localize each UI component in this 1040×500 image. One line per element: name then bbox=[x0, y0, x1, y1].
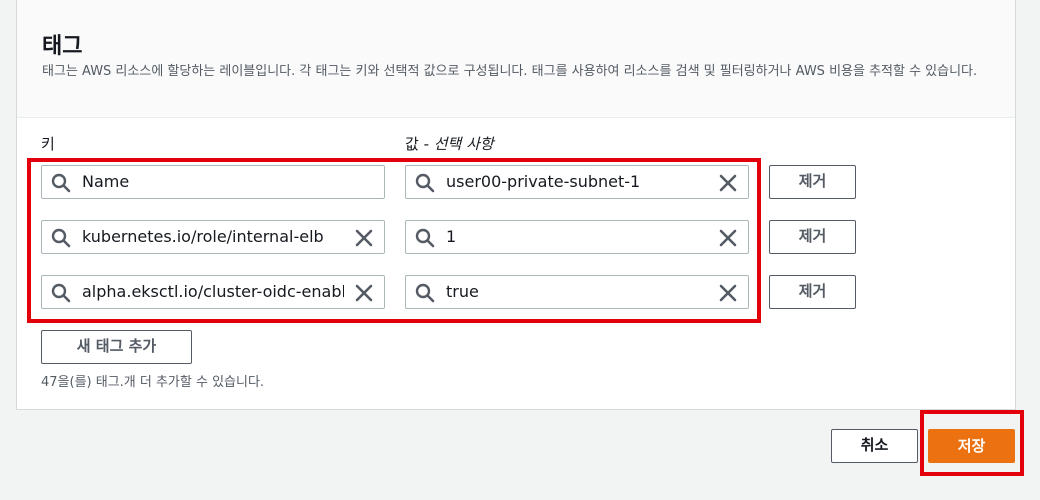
panel-description: 태그는 AWS 리소스에 할당하는 레이블입니다. 각 태그는 키와 선택적 값… bbox=[42, 64, 978, 79]
cancel-button[interactable]: 취소 bbox=[831, 429, 918, 463]
add-new-tag-button[interactable]: 새 태그 추가 bbox=[41, 330, 192, 364]
remove-tag-button-3[interactable]: 제거 bbox=[769, 275, 856, 309]
tag-limit-note: 47을(를) 태그.개 더 추가할 수 있습니다. bbox=[41, 375, 265, 390]
remove-tag-button-2[interactable]: 제거 bbox=[769, 220, 856, 254]
panel-title: 태그 bbox=[42, 34, 83, 59]
tag-rows-highlight bbox=[27, 158, 761, 323]
key-column-label: 키 bbox=[41, 135, 55, 153]
value-column-label: 값 - 선택 사항 bbox=[405, 133, 494, 154]
value-label-text: 값 - bbox=[405, 135, 434, 153]
remove-tag-button-1[interactable]: 제거 bbox=[769, 165, 856, 199]
value-optional-text: 선택 사항 bbox=[433, 135, 494, 153]
panel-header: 태그 태그는 AWS 리소스에 할당하는 레이블입니다. 각 태그는 키와 선택… bbox=[17, 0, 1015, 118]
save-button-highlight bbox=[920, 410, 1024, 476]
